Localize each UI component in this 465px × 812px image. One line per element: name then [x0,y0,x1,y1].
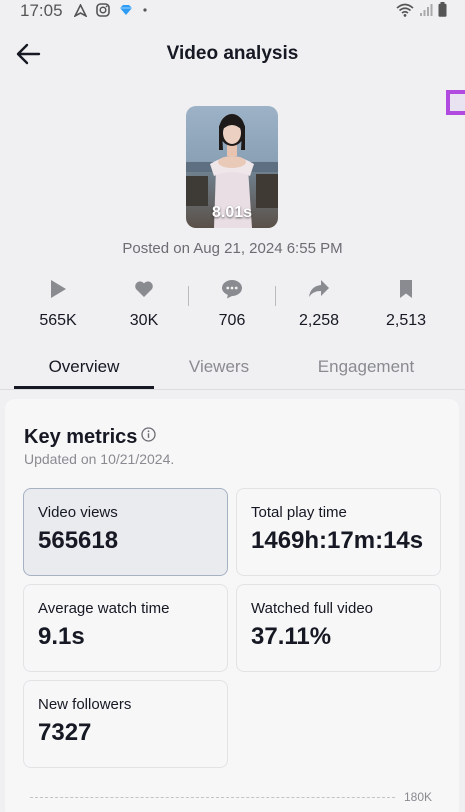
tab-viewers[interactable]: Viewers [166,357,272,377]
metric-value: 1469h:17m:14s [251,527,424,554]
signal-icon [420,3,433,16]
metric-value: 9.1s [38,623,85,650]
stat-comments: 706 [187,278,277,330]
stat-saves: 2,513 [361,278,451,330]
metric-value: 7327 [38,719,92,746]
status-bar: 17:05 [0,0,465,24]
video-thumbnail[interactable]: 8.01s [186,106,278,228]
page-title: Video analysis [166,43,299,64]
video-duration: 8.01s [211,204,253,221]
info-icon[interactable] [141,427,156,442]
chart-gridline [30,797,395,798]
stat-likes: 30K [99,278,189,330]
tab-overview[interactable]: Overview [14,357,154,377]
saves-count: 2,513 [385,312,427,329]
status-icons-left [74,3,148,17]
engagement-stats: 565K 30K 706 2,258 2,513 [0,278,465,334]
wifi-icon [396,3,414,17]
status-icons-right [396,2,447,17]
metric-label: Video views [38,504,118,521]
edge-tab-marker[interactable] [446,90,465,115]
metric-label: Average watch time [38,600,170,617]
stat-plays: 565K [13,278,103,330]
metric-average-watch-time[interactable]: Average watch time 9.1s [23,584,228,672]
battery-icon [438,2,447,17]
metric-label: Total play time [251,504,347,521]
bookmark-icon [400,280,412,298]
top-nav-bar: Video analysis [0,28,465,80]
metric-value: 37.11% [251,623,332,650]
metric-video-views[interactable]: Video views 565618 [23,488,228,576]
key-metrics-card: Key metrics Updated on 10/21/2024. Video… [5,399,459,812]
likes-count: 30K [129,312,159,329]
stat-shares: 2,258 [274,278,364,330]
analysis-tabs: Overview Viewers Engagement [0,346,465,390]
comments-count: 706 [218,312,246,329]
status-time: 17:05 [20,1,63,20]
diamond-icon [120,5,132,15]
instagram-icon [96,3,110,17]
key-metrics-title: Key metrics [24,426,138,448]
plays-count: 565K [39,312,77,329]
active-tab-indicator [14,386,154,389]
metric-value: 565618 [38,527,119,554]
shares-count: 2,258 [298,312,340,329]
dot-icon [143,8,147,12]
posted-date: Posted on Aug 21, 2024 6:55 PM [122,240,343,257]
comment-icon [222,280,242,299]
heart-icon [135,281,153,297]
metric-label: New followers [38,696,132,713]
metric-watched-full-video[interactable]: Watched full video 37.11% [236,584,441,672]
chart-axis-label: 180K [404,790,433,804]
key-metrics-updated: Updated on 10/21/2024. [24,451,175,467]
metric-total-play-time[interactable]: Total play time 1469h:17m:14s [236,488,441,576]
metric-label: Watched full video [251,600,374,617]
play-icon [51,280,66,298]
navigation-icon [74,3,87,17]
tab-engagement[interactable]: Engagement [300,357,432,377]
share-icon [309,280,329,297]
metric-new-followers[interactable]: New followers 7327 [23,680,228,768]
